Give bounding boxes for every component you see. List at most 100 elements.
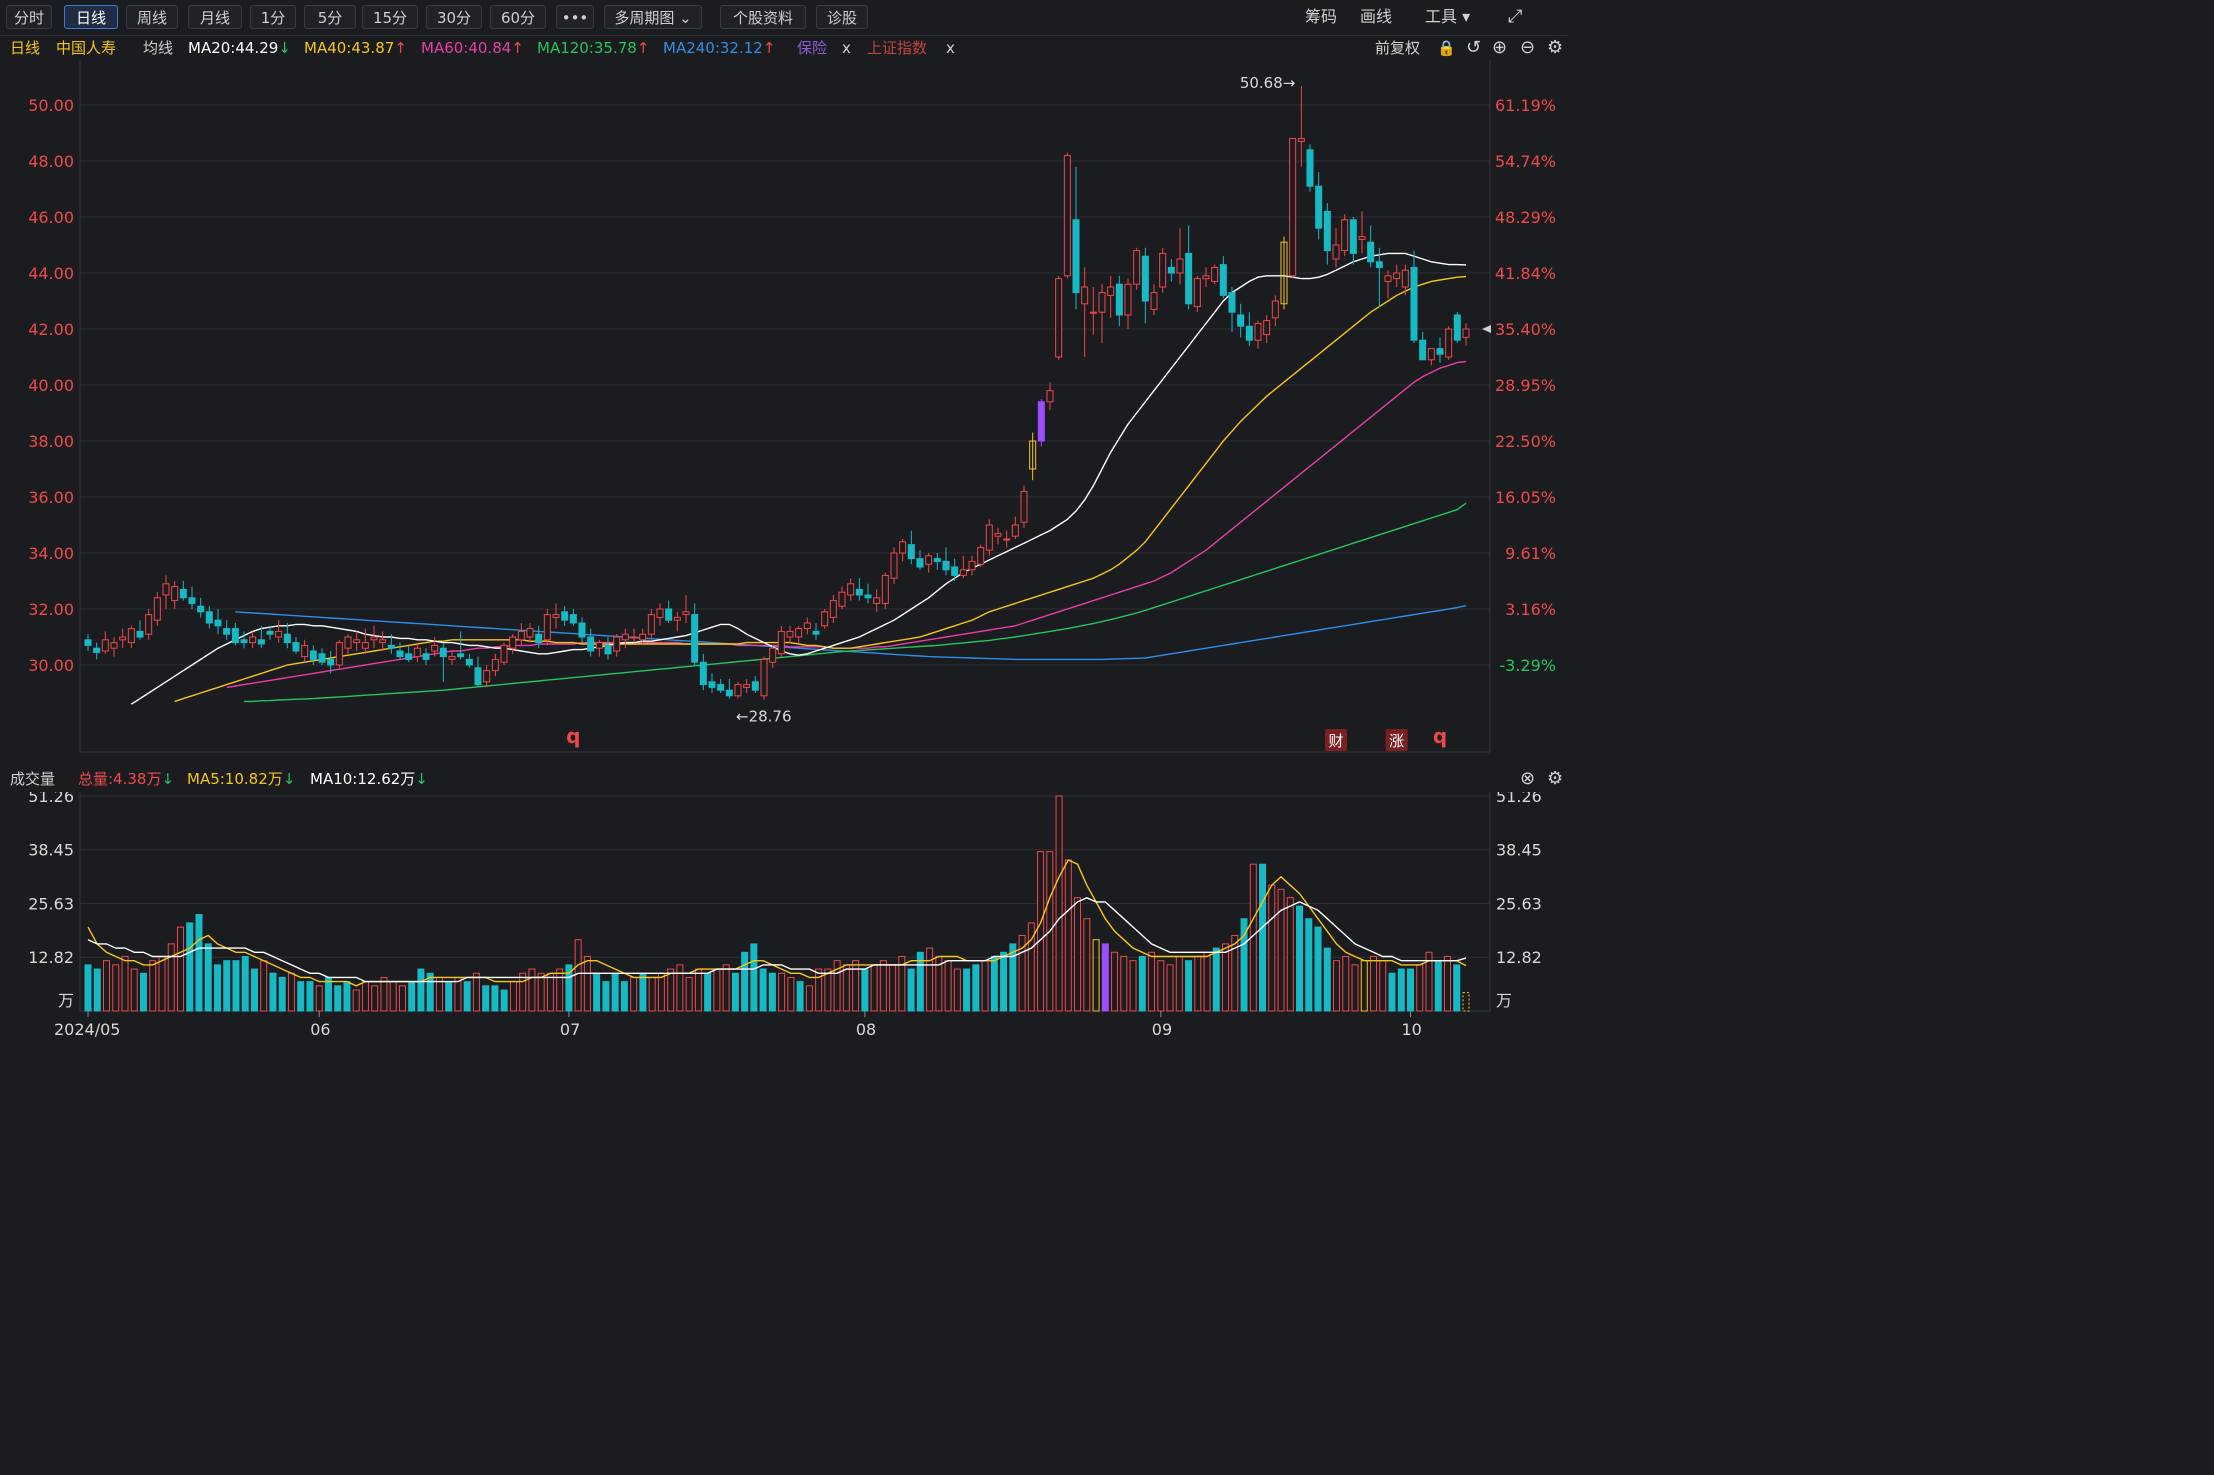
- candle-body: [153, 597, 161, 621]
- date-tick-label: 10: [1402, 1020, 1422, 1039]
- candle-body: [743, 684, 751, 688]
- candle-body: [630, 636, 638, 639]
- candle-body: [214, 619, 222, 627]
- toolbar-btn-9[interactable]: •••: [556, 5, 594, 29]
- volume-info-bar: 成交量 总量:4.38万↓ MA5:10.82万↓ MA10:12.62万↓ ⊗…: [0, 766, 1568, 792]
- toolbar-btn-4[interactable]: 1分: [250, 5, 296, 29]
- candle-body: [361, 642, 369, 649]
- volume-bar: [787, 976, 795, 1012]
- toolbar-btn-1[interactable]: 日线: [64, 5, 118, 29]
- candle-body: [197, 605, 205, 613]
- volume-bar: [1222, 943, 1230, 1012]
- volume-bar: [112, 964, 120, 1012]
- volume-bar: [1351, 964, 1359, 1012]
- candle-body: [1003, 538, 1011, 541]
- zoom-in-icon[interactable]: ⊕: [1492, 36, 1507, 60]
- candle-body: [1159, 252, 1167, 288]
- candle-body: [890, 552, 898, 579]
- candle-body: [1228, 292, 1236, 313]
- candle-body: [457, 653, 465, 658]
- adjust-mode[interactable]: 前复权: [1375, 36, 1420, 60]
- overlay-insurance[interactable]: 保险: [797, 36, 827, 60]
- candle-body: [1245, 325, 1253, 341]
- price-tick-right: 22.50%: [1495, 432, 1556, 451]
- candle-body: [1315, 185, 1323, 229]
- toolbar-btn-11[interactable]: 个股资料: [720, 5, 806, 29]
- toolbar-btn-0[interactable]: 分时: [6, 5, 52, 29]
- toolbar-right-2[interactable]: 工具 ▾: [1425, 5, 1470, 29]
- toolbar-btn-2[interactable]: 周线: [126, 5, 178, 29]
- candle-body: [1410, 266, 1418, 341]
- q-marker: q: [1433, 724, 1447, 748]
- candle-body: [812, 630, 820, 635]
- candle-body: [405, 653, 413, 660]
- settings-gear-icon[interactable]: ⚙: [1547, 36, 1563, 60]
- candle-body: [292, 642, 300, 652]
- ma-label[interactable]: 均线: [143, 36, 173, 60]
- candle-body: [1427, 348, 1435, 361]
- candle-body: [188, 597, 196, 604]
- volume-bar: [657, 972, 665, 1012]
- price-tick-left: 36.00: [28, 488, 74, 507]
- candle-body: [1393, 272, 1401, 280]
- volume-bar: [824, 968, 832, 1012]
- candle-body: [509, 636, 517, 649]
- volume-bar: [1323, 947, 1331, 1012]
- volume-bar: [1083, 918, 1091, 1012]
- toolbar-btn-5[interactable]: 5分: [304, 5, 356, 29]
- price-chart[interactable]: 50.00 61.19% 48.00 54.74% 46.00 48.29% 44.00 41…: [0, 60, 1568, 765]
- toolbar-btn-10[interactable]: 多周期图 ⌄: [604, 5, 702, 29]
- candle-body: [1341, 219, 1349, 252]
- overlay-sse-index[interactable]: 上证指数: [867, 36, 927, 60]
- toolbar-btn-12[interactable]: 诊股: [816, 5, 868, 29]
- candle-body: [777, 630, 785, 655]
- volume-bar: [1370, 955, 1378, 1012]
- volume-bar: [528, 968, 536, 1012]
- expand-icon[interactable]: ⤢: [1508, 5, 1522, 29]
- candle-body: [517, 630, 525, 641]
- volume-chart[interactable]: 51.26 51.26 38.45 38.45 25.63 25.63 12.82 12.82…: [0, 792, 1568, 1045]
- toolbar-btn-8[interactable]: 60分: [490, 5, 546, 29]
- price-tick-left: 48.00: [28, 152, 74, 171]
- zoom-out-icon[interactable]: ⊖: [1520, 36, 1535, 60]
- candle-body: [760, 658, 768, 697]
- volume-bar: [1434, 960, 1442, 1012]
- volume-bar: [685, 976, 693, 1012]
- candle-body: [552, 614, 560, 618]
- date-tick-label: 2024/05: [54, 1020, 120, 1039]
- price-tick-right: 28.95%: [1495, 376, 1556, 395]
- candle-body: [691, 614, 699, 663]
- candle-body: [656, 608, 664, 618]
- price-tick-left: 30.00: [28, 656, 74, 675]
- volume-bar: [870, 964, 878, 1012]
- candle-body: [977, 546, 985, 565]
- toolbar-btn-6[interactable]: 15分: [362, 5, 418, 29]
- period-label: 日线: [10, 39, 41, 57]
- candle-body: [431, 644, 439, 652]
- overlay-insurance-close[interactable]: x: [842, 36, 851, 60]
- undo-icon[interactable]: ↺: [1466, 36, 1481, 60]
- lock-icon[interactable]: 🔒: [1437, 36, 1456, 60]
- volume-settings-icon[interactable]: ⚙: [1547, 766, 1563, 792]
- candle-body: [491, 658, 499, 672]
- volume-bar: [482, 985, 490, 1012]
- volume-bar: [463, 981, 471, 1012]
- candle-body: [127, 628, 135, 644]
- volume-bar: [250, 968, 258, 1012]
- candle-body: [162, 583, 170, 596]
- volume-close-icon[interactable]: ⊗: [1520, 766, 1535, 792]
- candle-body: [335, 642, 343, 666]
- toolbar-right-1[interactable]: 画线: [1360, 5, 1392, 29]
- toolbar-right-0[interactable]: 筹码: [1305, 5, 1337, 29]
- volume-bar: [297, 981, 305, 1012]
- candle-body: [1419, 339, 1427, 361]
- volume-bar: [805, 985, 813, 1012]
- volume-bar: [334, 985, 342, 1012]
- volume-bar: [1342, 955, 1350, 1012]
- overlay-sse-close[interactable]: x: [946, 36, 955, 60]
- volume-bar: [158, 955, 166, 1012]
- stock-name[interactable]: 中国人寿: [56, 36, 116, 60]
- volume-bar: [1305, 918, 1313, 1012]
- toolbar-btn-3[interactable]: 月线: [188, 5, 242, 29]
- toolbar-btn-7[interactable]: 30分: [426, 5, 482, 29]
